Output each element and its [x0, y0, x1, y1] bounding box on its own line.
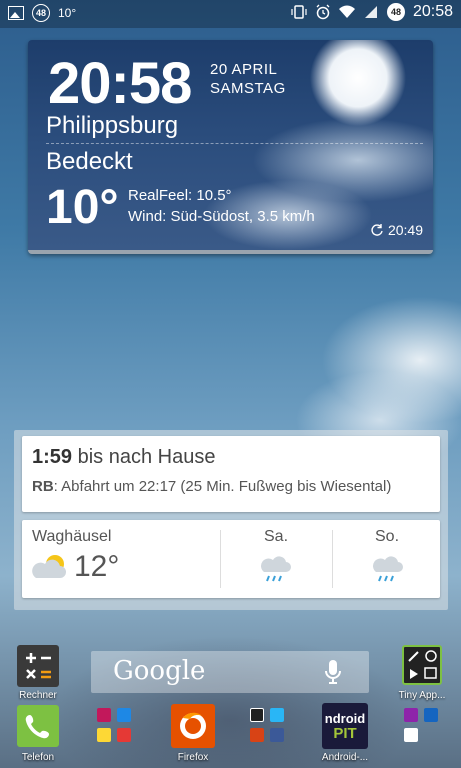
rain-icon — [261, 556, 291, 582]
androidpit-logo-text: ndroid — [324, 711, 366, 726]
androidpit-label: Android-... — [321, 752, 369, 763]
forecast-city: Waghäusel — [32, 528, 112, 545]
commute-departure: : Abfahrt um 22:17 (25 Min. Fußweg bis W… — [53, 478, 392, 495]
widget-temperature: 10° — [46, 181, 119, 234]
image-notification-icon — [8, 6, 24, 20]
app-folder-1[interactable] — [95, 706, 135, 746]
commute-destination: bis nach Hause — [72, 446, 216, 468]
firefox-label: Firefox — [177, 752, 209, 763]
phone-app-icon[interactable] — [17, 705, 59, 747]
notification-count-badge: 48 — [32, 4, 50, 22]
widget-clock[interactable]: 20:58 — [48, 50, 192, 117]
folder-app-icon — [117, 708, 131, 722]
tiny-apps-grid-icon — [408, 650, 437, 679]
battery-level-badge: 48 — [386, 3, 405, 21]
commute-detail: RB: Abfahrt um 22:17 (25 Min. Fußweg bis… — [32, 478, 391, 495]
folder-app-icon — [250, 708, 264, 722]
weather-clock-widget[interactable]: 20:58 20 APRIL SAMSTAG Philippsburg Bede… — [28, 40, 433, 254]
widget-refresh[interactable]: 20:49 — [370, 222, 423, 238]
refresh-icon[interactable] — [370, 223, 384, 237]
google-logo-text: Google — [113, 656, 206, 686]
androidpit-logo-pit: PIT — [333, 725, 357, 742]
widget-realfeel: RealFeel: 10.5° — [128, 187, 232, 204]
widget-date: 20 APRIL SAMSTAG — [210, 60, 286, 98]
rain-icon — [373, 556, 403, 582]
signal-icon — [364, 6, 377, 18]
folder-app-icon — [97, 708, 111, 722]
forecast-divider — [220, 530, 221, 588]
widget-details: RealFeel: 10.5° Wind: Süd-Südost, 3.5 km… — [128, 185, 315, 227]
facebook-icon — [270, 728, 284, 742]
widget-date-weekday: SAMSTAG — [210, 80, 286, 97]
widget-condition: Bedeckt — [46, 148, 133, 175]
forecast-day-saturday: Sa. — [264, 528, 289, 545]
widget-wind: Wind: Süd-Südost, 3.5 km/h — [128, 208, 315, 225]
forecast-temperature: 12° — [74, 550, 120, 583]
app-folder-2[interactable] — [248, 706, 288, 746]
google-search-bar[interactable]: Google — [91, 651, 369, 693]
forecast-divider — [332, 530, 333, 588]
google-plus-icon — [250, 728, 264, 742]
phone-icon — [25, 715, 49, 739]
folder-app-icon — [117, 728, 131, 742]
firefox-app-icon[interactable] — [171, 704, 215, 748]
status-clock: 20:58 — [412, 3, 453, 20]
wordpress-icon — [404, 728, 418, 742]
commute-card[interactable]: 1:59 bis nach Hause RB: Abfahrt um 22:17… — [22, 436, 440, 512]
folder-app-icon — [424, 708, 438, 722]
widget-divider — [46, 143, 423, 144]
twitter-icon — [270, 708, 284, 722]
microphone-icon[interactable] — [323, 659, 343, 685]
commute-mode: RB — [32, 478, 54, 495]
widget-city: Philippsburg — [46, 112, 179, 139]
forecast-card[interactable]: Waghäusel 12° Sa. So. — [22, 520, 440, 598]
vibrate-icon — [291, 5, 307, 19]
google-now-widget: 1:59 bis nach Hause RB: Abfahrt um 22:17… — [14, 430, 448, 610]
firefox-icon — [180, 712, 206, 739]
status-bar: 48 10° 48 20:58 — [0, 0, 461, 28]
commute-title: 1:59 bis nach Hause — [32, 446, 215, 469]
phone-label: Telefon — [21, 752, 55, 763]
androidpit-app-icon[interactable]: ndroid PIT — [322, 703, 368, 749]
calculator-label: Rechner — [19, 690, 57, 701]
alarm-icon — [316, 4, 330, 20]
widget-updated-time: 20:49 — [387, 222, 423, 238]
widget-date-day: 20 APRIL — [210, 61, 278, 78]
folder-app-icon — [404, 708, 418, 722]
tiny-apps-icon[interactable] — [402, 645, 442, 685]
wifi-icon — [338, 5, 355, 18]
calculator-icon — [26, 653, 51, 679]
commute-duration: 1:59 — [32, 446, 73, 468]
partly-cloudy-icon — [32, 555, 66, 578]
forecast-day-sunday: So. — [375, 528, 400, 545]
folder-app-icon — [97, 728, 111, 742]
app-folder-3[interactable] — [402, 706, 442, 746]
tiny-apps-label: Tiny App... — [398, 690, 446, 701]
calculator-app-icon[interactable] — [17, 645, 59, 687]
status-temperature: 10° — [58, 6, 77, 20]
